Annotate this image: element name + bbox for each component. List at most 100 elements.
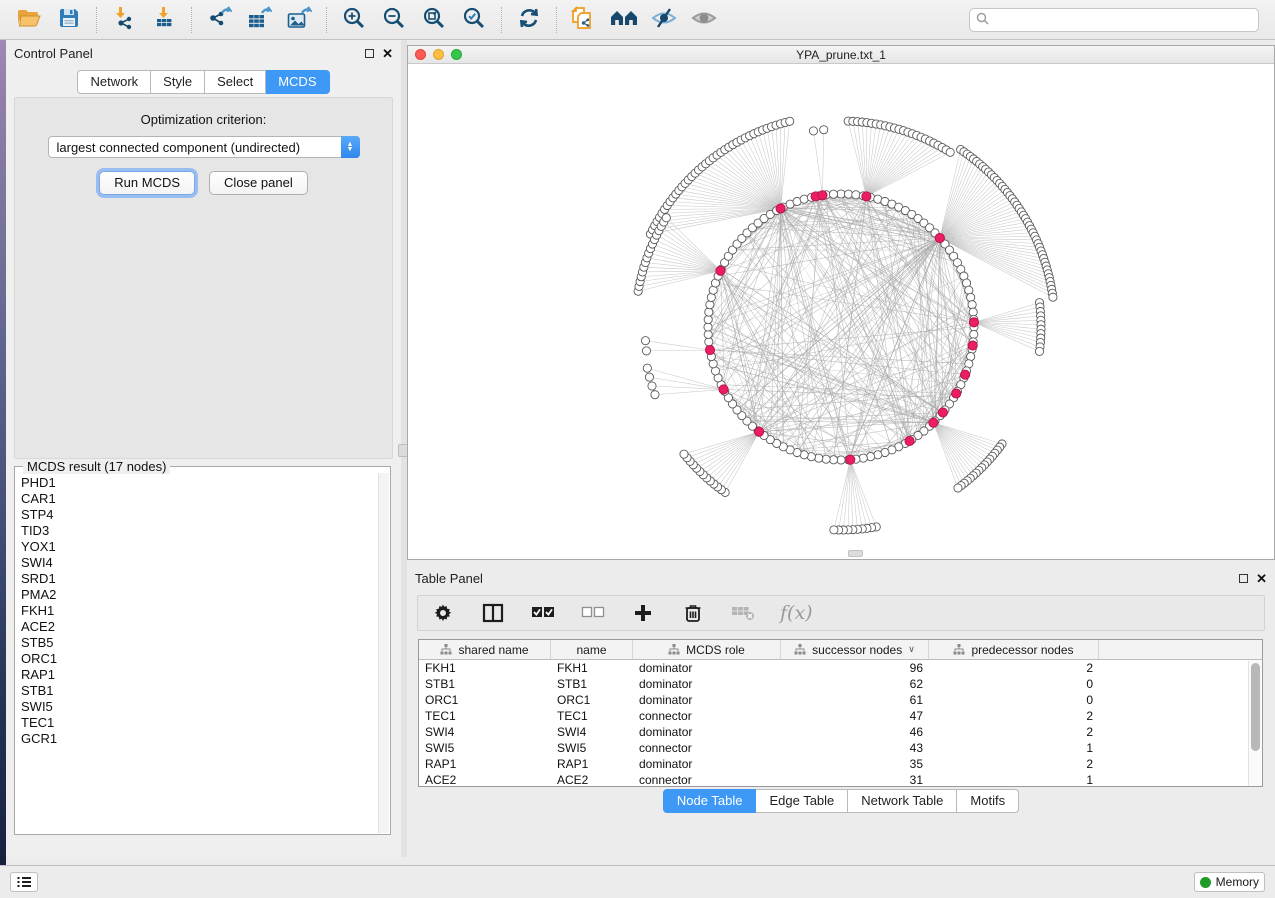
network-node[interactable] xyxy=(859,454,867,462)
memory-button[interactable]: Memory xyxy=(1194,872,1265,892)
mcds-result-item[interactable]: TID3 xyxy=(21,523,378,539)
table-cell[interactable]: 1 xyxy=(929,741,1099,755)
import-table-button[interactable] xyxy=(145,4,183,36)
table-cell[interactable]: STB1 xyxy=(551,677,633,691)
tab-node-table[interactable]: Node Table xyxy=(663,789,757,813)
table-cell[interactable]: dominator xyxy=(633,725,781,739)
mcds-result-item[interactable]: STP4 xyxy=(21,507,378,523)
column-header-predecessor-nodes[interactable]: predecessor nodes xyxy=(929,640,1099,659)
table-cell[interactable]: 62 xyxy=(781,677,929,691)
mcds-dominator-node[interactable] xyxy=(935,233,944,242)
first-neighbors-button[interactable] xyxy=(605,4,643,36)
leaf-node[interactable] xyxy=(651,391,659,399)
table-cell[interactable]: 0 xyxy=(929,693,1099,707)
mcds-dominator-node[interactable] xyxy=(755,427,764,436)
mcds-result-item[interactable]: SWI4 xyxy=(21,555,378,571)
table-row[interactable]: TEC1TEC1connector472 xyxy=(419,708,1248,724)
mcds-dominator-node[interactable] xyxy=(846,455,855,464)
network-node[interactable] xyxy=(829,456,837,464)
table-cell[interactable]: TEC1 xyxy=(419,709,551,723)
open-file-button[interactable] xyxy=(10,4,48,36)
network-node[interactable] xyxy=(844,190,852,198)
tab-edge-table[interactable]: Edge Table xyxy=(756,789,848,813)
table-cell[interactable]: STB1 xyxy=(419,677,551,691)
mcds-dominator-node[interactable] xyxy=(818,191,827,200)
leaf-node[interactable] xyxy=(642,347,650,355)
mcds-result-item[interactable]: SWI5 xyxy=(21,699,378,715)
tab-mcds[interactable]: MCDS xyxy=(266,70,329,94)
close-panel-icon[interactable]: ✕ xyxy=(1256,574,1267,583)
network-node[interactable] xyxy=(705,308,713,316)
leaf-node[interactable] xyxy=(680,450,688,458)
settings-gear-icon[interactable] xyxy=(430,600,456,626)
table-cell[interactable]: dominator xyxy=(633,677,781,691)
column-header-successor-nodes[interactable]: successor nodes∨ xyxy=(781,640,929,659)
table-row[interactable]: RAP1RAP1dominator352 xyxy=(419,756,1248,772)
leaf-node[interactable] xyxy=(645,373,653,381)
mcds-result-item[interactable]: GCR1 xyxy=(21,731,378,747)
search-input[interactable] xyxy=(994,13,1252,27)
mcds-dominator-node[interactable] xyxy=(776,204,785,213)
table-row[interactable]: ORC1ORC1dominator610 xyxy=(419,692,1248,708)
mcds-result-item[interactable]: ORC1 xyxy=(21,651,378,667)
leaf-node[interactable] xyxy=(1035,347,1043,355)
network-node[interactable] xyxy=(837,190,845,198)
tab-network[interactable]: Network xyxy=(77,70,151,94)
mcds-result-item[interactable]: YOX1 xyxy=(21,539,378,555)
search-field[interactable] xyxy=(969,8,1259,32)
column-header-MCDS-role[interactable]: MCDS role xyxy=(633,640,781,659)
table-cell[interactable]: FKH1 xyxy=(551,661,633,675)
table-cell[interactable]: ORC1 xyxy=(419,693,551,707)
table-cell[interactable]: 1 xyxy=(929,773,1099,786)
leaf-node[interactable] xyxy=(820,126,828,134)
show-column-panel-icon[interactable] xyxy=(480,600,506,626)
export-table-button[interactable] xyxy=(240,4,278,36)
network-node[interactable] xyxy=(706,301,714,309)
zoom-in-button[interactable] xyxy=(335,4,373,36)
network-node[interactable] xyxy=(705,338,713,346)
mcds-dominator-node[interactable] xyxy=(968,341,977,350)
mcds-result-item[interactable]: ACE2 xyxy=(21,619,378,635)
tab-style[interactable]: Style xyxy=(151,70,205,94)
table-cell[interactable]: ACE2 xyxy=(419,773,551,786)
tab-motifs[interactable]: Motifs xyxy=(957,789,1019,813)
table-cell[interactable]: 96 xyxy=(781,661,929,675)
export-image-button[interactable] xyxy=(280,4,318,36)
unselect-all-icon[interactable] xyxy=(580,600,606,626)
leaf-node[interactable] xyxy=(641,337,649,345)
table-cell[interactable]: connector xyxy=(633,741,781,755)
network-node[interactable] xyxy=(815,454,823,462)
export-network-button[interactable] xyxy=(200,4,238,36)
mcds-dominator-node[interactable] xyxy=(969,318,978,327)
mcds-result-item[interactable]: FKH1 xyxy=(21,603,378,619)
network-node[interactable] xyxy=(822,455,830,463)
table-cell[interactable]: 43 xyxy=(781,741,929,755)
table-cell[interactable]: dominator xyxy=(633,757,781,771)
hide-selected-button[interactable] xyxy=(645,4,683,36)
table-cell[interactable]: SWI4 xyxy=(419,725,551,739)
mcds-result-item[interactable]: TEC1 xyxy=(21,715,378,731)
mcds-dominator-node[interactable] xyxy=(862,192,871,201)
column-header-name[interactable]: name xyxy=(551,640,633,659)
table-cell[interactable]: 47 xyxy=(781,709,929,723)
table-cell[interactable]: 31 xyxy=(781,773,929,786)
mcds-dominator-node[interactable] xyxy=(938,408,947,417)
table-cell[interactable]: connector xyxy=(633,773,781,786)
mcds-result-item[interactable]: CAR1 xyxy=(21,491,378,507)
run-mcds-button[interactable]: Run MCDS xyxy=(99,171,195,195)
clone-network-button[interactable] xyxy=(565,4,603,36)
table-cell[interactable]: ORC1 xyxy=(551,693,633,707)
table-cell[interactable]: dominator xyxy=(633,693,781,707)
network-node[interactable] xyxy=(969,308,977,316)
zoom-out-button[interactable] xyxy=(375,4,413,36)
network-node[interactable] xyxy=(967,293,975,301)
table-cell[interactable]: SWI5 xyxy=(551,741,633,755)
zoom-fit-button[interactable] xyxy=(415,4,453,36)
table-row[interactable]: SWI5SWI5connector431 xyxy=(419,740,1248,756)
tab-select[interactable]: Select xyxy=(205,70,266,94)
leaf-node[interactable] xyxy=(1049,293,1057,301)
leaf-node[interactable] xyxy=(786,117,794,125)
add-row-icon[interactable] xyxy=(630,600,656,626)
mcds-result-item[interactable]: PMA2 xyxy=(21,587,378,603)
optimization-criterion-select[interactable]: largest connected component (undirected)… xyxy=(48,136,360,158)
